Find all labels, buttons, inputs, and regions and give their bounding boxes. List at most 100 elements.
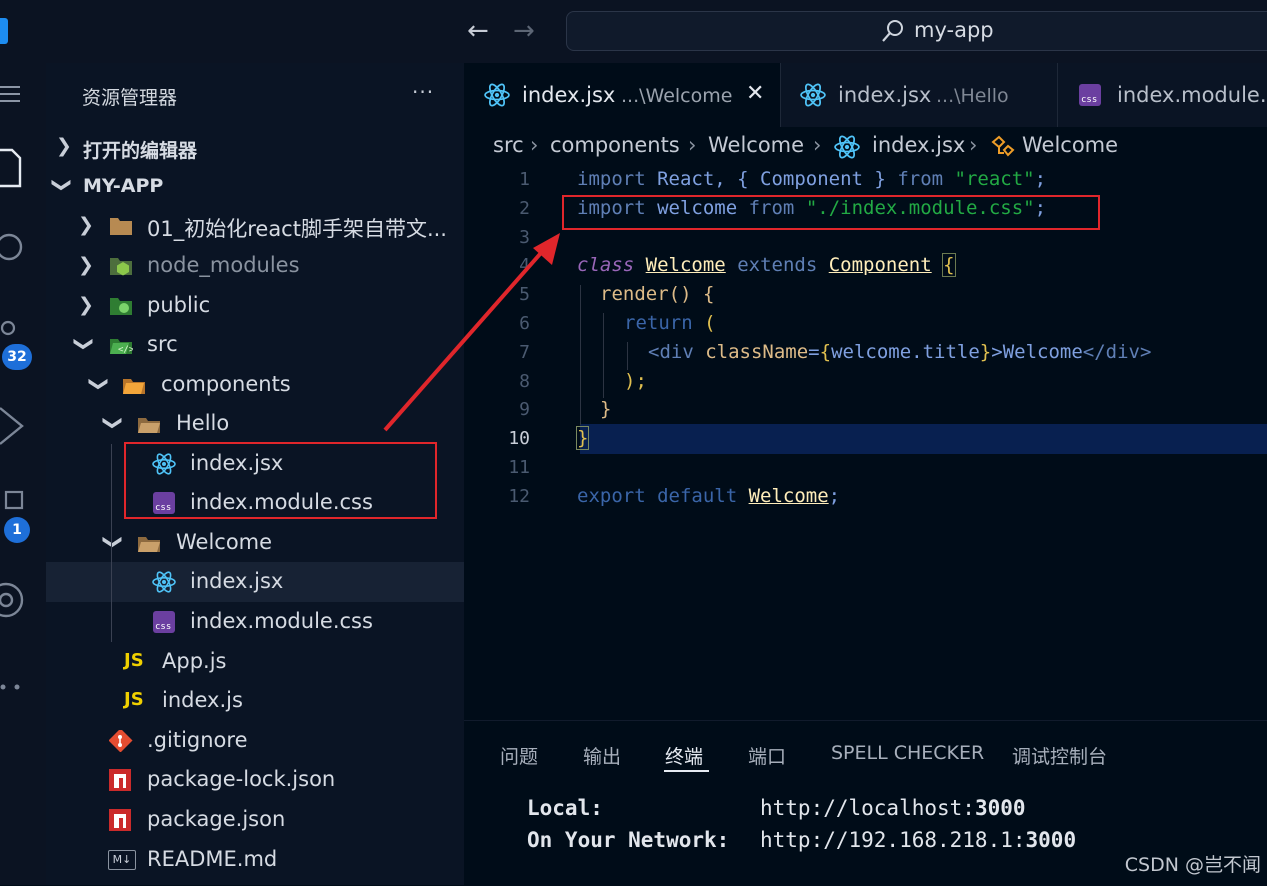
close-icon[interactable]: ✕ (746, 81, 764, 106)
react-icon (484, 83, 510, 107)
panel-tab-spell-checker[interactable]: SPELL CHECKER (831, 742, 984, 764)
breadcrumb-src[interactable]: src (493, 133, 524, 157)
forward-arrow-icon[interactable]: → (513, 16, 535, 46)
tree-item-readme-md[interactable]: M↓ README.md (46, 840, 464, 880)
indent-guide (603, 313, 604, 398)
symbol-class-icon (991, 135, 1015, 157)
breadcrumb-file[interactable]: index.jsx (872, 133, 965, 157)
tree-item-label: .gitignore (147, 728, 248, 752)
git-icon (109, 730, 133, 752)
breadcrumb-symbol[interactable]: Welcome (1022, 133, 1118, 157)
code-line-9: } (600, 398, 612, 420)
tree-item-label: components (161, 372, 291, 396)
line-number: 2 (519, 198, 530, 219)
npm-icon (109, 769, 131, 791)
terminal-local-label: Local: (527, 796, 603, 820)
search-icon (882, 20, 903, 42)
folder-open-icon (138, 537, 160, 552)
code-line-7: <div className={welcome.title}>Welcome</… (648, 341, 1152, 363)
panel-tab-debug-console[interactable]: 调试控制台 (1012, 742, 1107, 769)
tab-label: index.jsx (522, 83, 616, 107)
tree-item-welcome[interactable]: ❯ Welcome (46, 523, 464, 563)
panel-tab-output[interactable]: 输出 (583, 742, 621, 769)
react-icon (152, 571, 176, 593)
css-file-icon: css (1079, 84, 1101, 106)
tree-item-welcome-index-jsx[interactable]: index.jsx (46, 562, 464, 602)
tree-item-welcome-index-module-css[interactable]: css index.module.css (46, 602, 464, 642)
tab-index-module-css[interactable]: css index.module.css (1058, 63, 1267, 127)
terminal-local-url[interactable]: http://localhost:3000 (760, 796, 1026, 820)
chevron-down-icon: ❯ (101, 415, 124, 431)
chevron-down-icon: ❯ (87, 376, 110, 392)
annotation-box-hello-files (124, 442, 437, 519)
markdown-icon: M↓ (108, 850, 136, 870)
remote-explorer-icon[interactable] (0, 578, 26, 622)
line-number: 12 (508, 486, 530, 507)
watermark: CSDN @岂不闻 (1124, 854, 1261, 876)
section-label: MY-APP (83, 175, 164, 197)
panel-tab-ports[interactable]: 端口 (748, 742, 786, 769)
back-arrow-icon[interactable]: ← (467, 16, 489, 46)
search-view-icon[interactable] (0, 232, 26, 266)
tree-item-label: README.md (147, 847, 278, 871)
active-tab-indicator (664, 770, 709, 772)
components-folder-icon (123, 379, 145, 394)
tree-item-label: App.js (162, 649, 227, 673)
tree-item-label: index.jsx (190, 569, 284, 593)
terminal-network-url[interactable]: http://192.168.218.1:3000 (760, 828, 1076, 852)
tab-label: index.jsx (838, 83, 932, 107)
breadcrumb-components[interactable]: components (550, 133, 680, 157)
chevron-down-icon: ❯ (50, 177, 73, 193)
code-line-12: export default Welcome; (577, 485, 841, 507)
tab-hello-index-jsx[interactable]: index.jsx ...\Hello (781, 63, 1057, 127)
tree-item-gitignore[interactable]: .gitignore (46, 721, 464, 761)
chevron-right-icon: ❯ (78, 214, 94, 236)
panel-tab-terminal[interactable]: 终端 (665, 742, 703, 769)
chevron-down-icon: ❯ (101, 534, 124, 550)
tree-item-label: Hello (176, 411, 230, 435)
tree-item-app-js[interactable]: JS App.js (46, 642, 464, 682)
tree-item-index-js[interactable]: JS index.js (46, 681, 464, 721)
tree-item-label: src (147, 332, 178, 356)
react-icon (800, 83, 826, 107)
tree-item-label: Welcome (176, 530, 273, 554)
annotation-box-import-line (562, 195, 1100, 230)
explorer-icon[interactable] (0, 144, 26, 194)
chevron-right-icon: ❯ (56, 135, 72, 157)
tree-item-package-lock-json[interactable]: package-lock.json (46, 760, 464, 800)
npm-icon (109, 809, 131, 831)
command-center-text: my-app (914, 18, 994, 42)
tab-label: index.module.css (1117, 83, 1267, 107)
code-line-4: class Welcome extends Component { (577, 253, 956, 277)
indent-guide (580, 285, 581, 425)
more-actions-icon[interactable]: ··· (412, 80, 434, 104)
code-line-1: import React, { Component } from "react"… (577, 168, 1047, 190)
tab-welcome-index-jsx[interactable]: index.jsx ...\Welcome ✕ (464, 63, 780, 127)
svg-text:css: css (1081, 95, 1097, 105)
current-line-highlight (580, 424, 1267, 454)
more-icon[interactable] (0, 680, 26, 694)
tab-description: ...\Hello (936, 85, 1009, 107)
menu-icon[interactable] (0, 82, 24, 106)
chevron-right-icon: ❯ (78, 294, 94, 316)
breadcrumb-welcome-folder[interactable]: Welcome (708, 133, 804, 157)
line-number: 11 (508, 457, 530, 478)
terminal-network-label: On Your Network: (527, 828, 730, 852)
tree-item-package-json[interactable]: package.json (46, 800, 464, 840)
svg-text:</>: </> (118, 345, 133, 355)
run-debug-icon[interactable] (0, 404, 26, 448)
src-folder-icon: </> (110, 339, 133, 355)
app-logo-icon (0, 18, 8, 44)
breadcrumb-separator: › (813, 133, 822, 157)
tree-item-label: package-lock.json (147, 767, 336, 791)
react-icon (834, 135, 860, 159)
panel-tab-problems[interactable]: 问题 (500, 742, 538, 769)
code-line-10: } (575, 426, 590, 450)
code-line-6: return ( (624, 312, 716, 334)
open-editors-section[interactable]: ❯ 打开的编辑器 (46, 127, 464, 167)
line-number: 1 (519, 169, 530, 190)
project-section[interactable]: ❯ MY-APP (46, 166, 464, 206)
tree-item-label: package.json (147, 807, 286, 831)
tree-item-label: node_modules (147, 253, 300, 277)
js-file-icon: JS (124, 689, 144, 710)
